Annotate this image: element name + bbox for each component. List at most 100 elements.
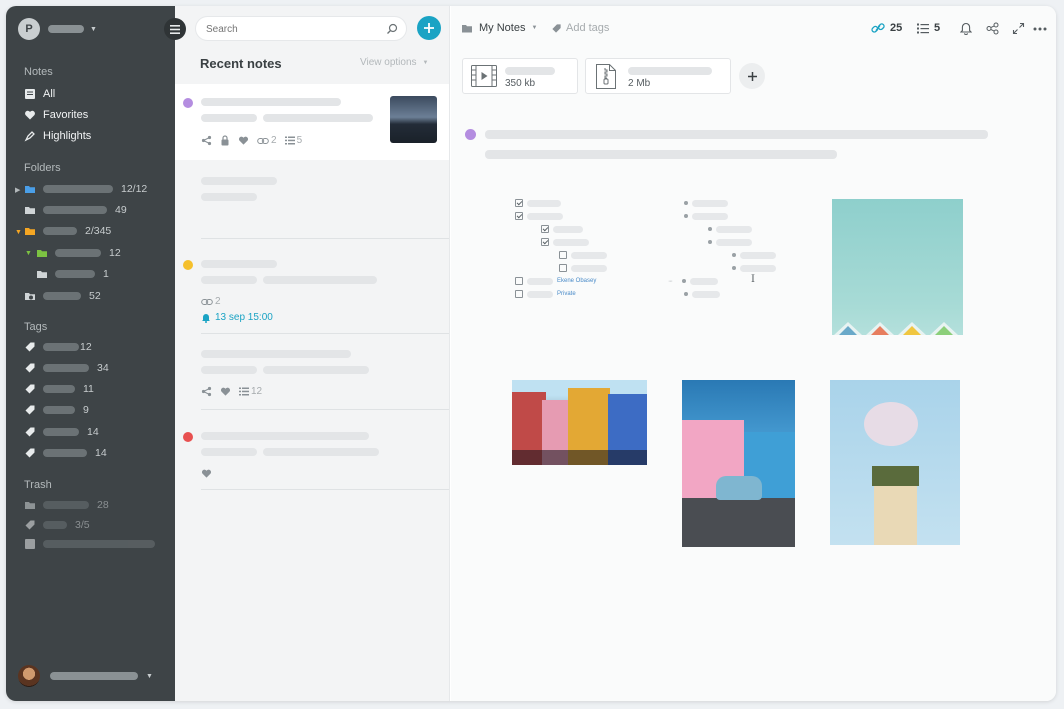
tag-count: 14 <box>95 447 107 459</box>
sidebar-item-label: Favorites <box>43 109 89 121</box>
trash-item-folder[interactable]: 28 <box>24 497 109 513</box>
folder-item[interactable]: 12 <box>36 245 121 261</box>
add-tags-button[interactable]: Add tags <box>551 22 609 34</box>
checkbox-checked[interactable] <box>515 199 523 207</box>
tag-icon <box>25 427 35 437</box>
checklist-icon <box>284 136 295 145</box>
tag-item[interactable]: 9 <box>24 402 89 418</box>
note-color-dot[interactable] <box>465 129 476 140</box>
folder-icon <box>462 24 472 32</box>
collapse-icon[interactable]: ▼ <box>15 229 22 236</box>
expand-icon[interactable]: ▶ <box>15 186 20 194</box>
checkbox[interactable] <box>515 290 523 298</box>
user-menu[interactable]: ▼ <box>18 665 153 687</box>
note-list-item[interactable]: 12 <box>175 334 449 410</box>
tag-item[interactable]: 14 <box>24 424 99 440</box>
mention-link[interactable]: Private <box>557 291 576 297</box>
note-list-panel: Recent notes View options ▼ 2 5 <box>175 6 450 701</box>
note-icon <box>25 539 35 549</box>
checkbox-checked[interactable] <box>515 212 523 220</box>
tag-count: 14 <box>87 426 99 438</box>
tag-count: 12 <box>80 341 92 353</box>
image-tower-cloud[interactable] <box>830 380 960 545</box>
search-box[interactable] <box>195 16 407 41</box>
folder-count: 1 <box>103 268 109 280</box>
attachment-video[interactable]: 350 kb <box>462 58 578 94</box>
links-count: 25 <box>890 22 903 34</box>
list-title: Recent notes <box>200 56 282 71</box>
collapse-icon[interactable]: ▼ <box>25 250 32 257</box>
reminder[interactable]: 13 sep 15:00 <box>201 312 273 323</box>
sidebar-item-highlights[interactable]: Highlights <box>24 128 91 144</box>
view-options-dropdown[interactable]: View options ▼ <box>360 57 428 68</box>
trash-count: 28 <box>97 499 109 511</box>
search-icon[interactable] <box>386 23 398 35</box>
tag-item[interactable]: 11 <box>24 381 94 397</box>
tag-item[interactable]: 14 <box>24 445 107 461</box>
sidebar-item-all[interactable]: All <box>24 86 55 102</box>
bell-icon[interactable] <box>960 22 972 35</box>
checkbox[interactable] <box>559 264 567 272</box>
text-cursor-icon: I <box>751 274 755 285</box>
folder-item[interactable]: 49 <box>24 202 127 218</box>
attachment-size: 2 Mb <box>628 78 651 89</box>
trash-item-note[interactable] <box>24 536 155 552</box>
share-icon[interactable] <box>986 22 999 35</box>
chevron-down-icon: ▼ <box>146 672 153 680</box>
app-window: P ▼ Notes All Favorites Highlights Folde… <box>6 6 1056 701</box>
avatar: P <box>18 18 40 40</box>
notebook-selector[interactable]: My Notes ▼ <box>461 22 537 34</box>
tag-count: 11 <box>83 383 94 395</box>
tag-count: 34 <box>97 362 109 374</box>
link-count: 2 <box>215 296 221 307</box>
more-options-icon[interactable] <box>1033 27 1047 31</box>
mention-link[interactable]: Ekene Obasey <box>557 278 596 284</box>
sidebar-item-favorites[interactable]: Favorites <box>24 107 88 123</box>
tag-item[interactable]: 34 <box>24 360 109 376</box>
note-list-item[interactable] <box>175 160 449 239</box>
menu-icon <box>170 24 180 34</box>
checkbox[interactable] <box>515 277 523 285</box>
drag-handle-icon[interactable]: ··· <box>668 278 673 285</box>
share-icon <box>201 135 212 146</box>
folder-count: 49 <box>115 204 127 216</box>
collapse-sidebar-button[interactable] <box>164 18 186 40</box>
image-pink-house-car[interactable] <box>682 380 795 547</box>
links-button[interactable]: 25 <box>871 22 902 34</box>
expand-icon[interactable] <box>1012 22 1025 35</box>
attachment-archive[interactable]: 2 Mb <box>585 58 731 94</box>
tasks-button[interactable]: 5 <box>917 22 940 34</box>
folder-count: 2/345 <box>85 225 112 237</box>
folder-icon <box>25 207 35 214</box>
note-thumbnail <box>390 96 437 143</box>
folder-item[interactable]: 1 <box>36 266 109 282</box>
note-list-item[interactable]: 2 5 <box>175 84 449 160</box>
tag-icon <box>25 363 35 373</box>
notebook-name: My Notes <box>479 22 526 34</box>
folder-item[interactable]: 2/345 <box>24 223 111 239</box>
checkbox-checked[interactable] <box>541 238 549 246</box>
checkbox-checked[interactable] <box>541 225 549 233</box>
tag-icon <box>25 520 35 530</box>
image-colorful-facades[interactable] <box>512 380 647 465</box>
folder-count: 52 <box>89 290 101 302</box>
link-icon <box>257 137 269 144</box>
trash-item-tag[interactable]: 3/5 <box>24 517 90 533</box>
image-houses-teal[interactable] <box>832 199 963 335</box>
folder-item[interactable]: 12/12 <box>24 181 147 197</box>
account-switcher[interactable]: P ▼ <box>18 18 97 40</box>
new-note-button[interactable] <box>417 16 441 40</box>
folder-icon <box>25 502 35 509</box>
search-input[interactable] <box>206 22 376 36</box>
heart-icon <box>220 387 231 396</box>
tag-icon <box>25 384 35 394</box>
tag-item[interactable]: 12 <box>24 339 92 355</box>
note-list-item[interactable] <box>175 410 449 490</box>
checkbox[interactable] <box>559 251 567 259</box>
folder-item-shared[interactable]: 52 <box>24 288 101 304</box>
zip-file-icon <box>596 64 616 89</box>
plus-icon <box>747 71 757 81</box>
add-attachment-button[interactable] <box>739 63 765 89</box>
note-list-item[interactable]: 2 13 sep 15:00 <box>175 239 449 334</box>
heart-icon <box>201 469 212 478</box>
